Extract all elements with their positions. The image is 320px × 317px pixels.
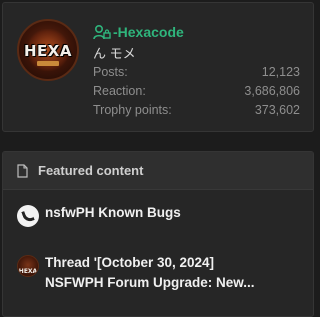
avatar-logo-text: HEXA (24, 42, 72, 60)
featured-item-title-line1: Thread '[October 30, 2024] (45, 255, 215, 270)
user-title: ん モメ (93, 46, 136, 61)
featured-header-title: Featured content (38, 163, 144, 178)
hook-glyph (21, 208, 35, 224)
stat-value[interactable]: 373,602 (255, 101, 300, 120)
stat-value[interactable]: 12,123 (262, 63, 300, 82)
featured-item[interactable]: HEXA Thread '[October 30, 2024] NSFWPH F… (17, 253, 303, 293)
avatar-logo-bar (37, 61, 59, 66)
member-stats: Posts: 12,123 Reaction: 3,686,806 Trophy… (93, 63, 300, 120)
featured-item[interactable]: nsfwPH Known Bugs (17, 203, 303, 227)
username: -Hexacode (113, 24, 184, 40)
stat-value[interactable]: 3,686,806 (244, 82, 300, 101)
username-link[interactable]: -Hexacode (93, 24, 184, 40)
featured-item-title-line2: NSFWPH Forum Upgrade: New... (45, 275, 255, 290)
user-lock-icon (93, 24, 111, 40)
stat-posts: Posts: 12,123 (93, 63, 300, 82)
hexa-avatar-icon[interactable]: HEXA (17, 255, 39, 277)
member-avatar[interactable]: HEXA (17, 19, 79, 81)
hexa-avatar-text: HEXA (18, 268, 38, 275)
stat-trophy-points: Trophy points: 373,602 (93, 101, 300, 120)
featured-content-block: Featured content nsfwPH Known Bugs HEXA … (2, 151, 314, 317)
featured-item-title[interactable]: Thread '[October 30, 2024] NSFWPH Forum … (45, 253, 255, 293)
featured-header[interactable]: Featured content (3, 152, 313, 190)
document-icon (17, 163, 28, 178)
featured-item-title[interactable]: nsfwPH Known Bugs (45, 203, 181, 223)
stat-label: Trophy points: (93, 103, 172, 117)
member-card: HEXA -Hexacode ん モメ Posts: 12,123 Reacti… (2, 2, 314, 132)
stat-label: Posts: (93, 65, 128, 79)
stat-reaction: Reaction: 3,686,806 (93, 82, 300, 101)
hook-avatar-icon[interactable] (17, 205, 39, 227)
stat-label: Reaction: (93, 84, 146, 98)
